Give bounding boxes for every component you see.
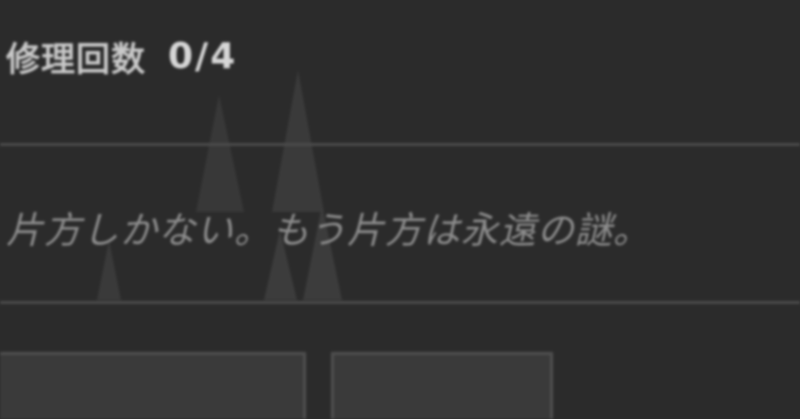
repair-status: 修理回数 0/4	[6, 30, 237, 82]
game-screen: 修理回数 0/4 片方しかない。もう片方は永遠の謎。	[0, 0, 800, 419]
spike	[196, 95, 244, 212]
spike	[272, 70, 324, 212]
action-button-left[interactable]	[0, 352, 306, 419]
repair-count-value: 0/4	[168, 35, 238, 77]
repair-count-label: 修理回数	[6, 39, 146, 80]
divider-top	[0, 143, 800, 146]
item-description: 片方しかない。もう片方は永遠の謎。	[6, 209, 651, 252]
action-button-right[interactable]	[331, 352, 553, 419]
divider-bottom	[0, 301, 800, 304]
